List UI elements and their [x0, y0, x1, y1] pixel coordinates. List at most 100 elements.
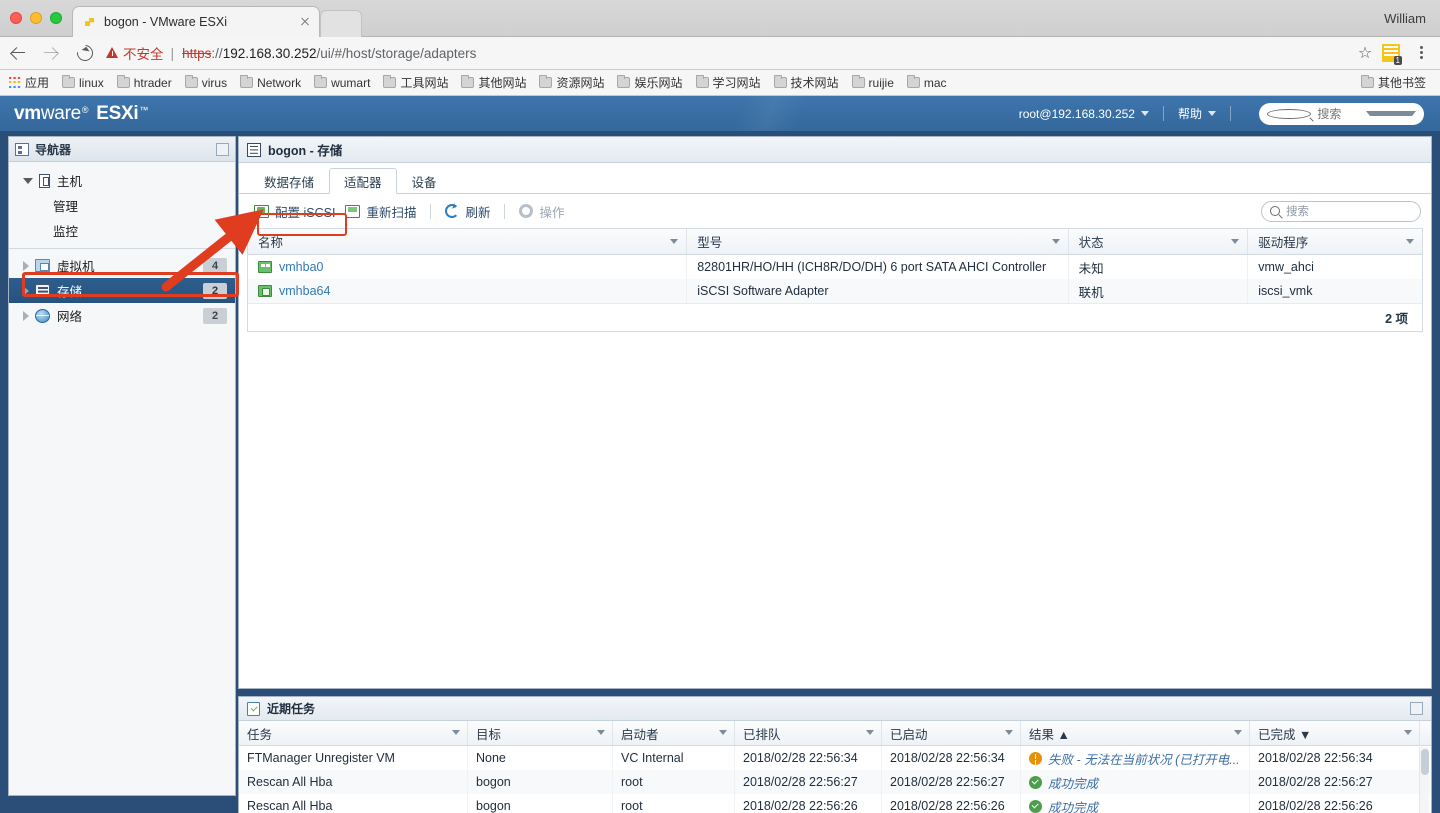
bookmark-wumart[interactable]: wumart	[314, 75, 370, 90]
tab-datastores[interactable]: 数据存储	[249, 168, 329, 194]
chevron-down-icon[interactable]	[1404, 730, 1412, 735]
new-tab-button[interactable]	[320, 10, 362, 37]
browser-profile-name[interactable]: William	[1384, 11, 1426, 26]
adapter-link[interactable]: vmhba64	[279, 284, 330, 298]
sidebar-item-host[interactable]: 主机	[9, 168, 235, 193]
column-header-model[interactable]: 型号	[687, 229, 1069, 254]
tab-label: 设备	[411, 175, 437, 190]
chevron-down-icon[interactable]	[670, 239, 679, 244]
extension-icon[interactable]: 1	[1382, 44, 1402, 65]
bookmark-other[interactable]: 其他网站	[461, 74, 526, 91]
host-icon	[247, 142, 261, 157]
column-header-name[interactable]: 名称	[248, 229, 688, 254]
network-icon	[35, 308, 50, 323]
bookmark-study[interactable]: 学习网站	[695, 74, 761, 91]
chevron-right-icon[interactable]	[23, 310, 29, 321]
bookmark-linux[interactable]: linux	[62, 75, 104, 90]
chevron-right-icon[interactable]	[23, 260, 29, 271]
column-header-result[interactable]: 结果 ▲	[1021, 721, 1250, 745]
table-row[interactable]: Rescan All Hba bogon root 2018/02/28 22:…	[239, 794, 1431, 813]
bookmark-tools[interactable]: 工具网站	[383, 74, 448, 91]
browser-menu-icon[interactable]	[1410, 42, 1432, 64]
bookmark-htrader[interactable]: htrader	[116, 75, 172, 90]
chevron-down-icon[interactable]	[597, 730, 605, 735]
column-header-task[interactable]: 任务	[239, 721, 468, 745]
column-header-initiator[interactable]: 启动者	[613, 721, 735, 745]
table-row[interactable]: FTManager Unregister VM None VC Internal…	[239, 746, 1431, 770]
bookmark-virus[interactable]: virus	[184, 75, 227, 90]
configure-iscsi-button[interactable]: 配置 iSCSI	[249, 199, 340, 224]
browser-tab[interactable]: bogon - VMware ESXi	[72, 6, 320, 37]
bookmark-ruijie[interactable]: ruijie	[851, 75, 894, 90]
navigator-icon	[15, 142, 29, 156]
url-separator: ://	[211, 45, 223, 61]
sidebar-item-networking[interactable]: 网络 2	[9, 303, 235, 328]
close-window-button[interactable]	[10, 12, 22, 24]
chevron-down-icon[interactable]	[452, 730, 460, 735]
bookmark-network[interactable]: Network	[240, 75, 301, 90]
sidebar-item-badge: 2	[203, 282, 227, 299]
bookmark-other-bookmarks[interactable]: 其他书签	[1360, 74, 1426, 91]
help-menu[interactable]: 帮助	[1178, 105, 1216, 122]
minimize-window-button[interactable]	[30, 12, 42, 24]
bookmark-apps[interactable]: 应用	[8, 74, 49, 91]
refresh-button[interactable]: 刷新	[440, 199, 495, 224]
actions-button[interactable]: 操作	[514, 199, 569, 224]
chevron-right-icon[interactable]	[23, 285, 29, 296]
tasks-grid-header: 任务 目标 启动者 已排队 已启动 结果 ▲ 已完成 ▼	[239, 721, 1431, 746]
chevron-down-icon[interactable]	[1406, 239, 1414, 244]
reload-icon	[73, 41, 97, 65]
sidebar-item-manage[interactable]: 管理	[9, 193, 235, 218]
sidebar-item-storage[interactable]: 存储 2	[9, 278, 235, 303]
cell-name[interactable]: vmhba64	[248, 279, 688, 303]
chevron-down-icon[interactable]	[866, 730, 874, 735]
cell-model: 82801HR/HO/HH (ICH8R/DO/DH) 6 port SATA …	[687, 255, 1069, 279]
adapter-link[interactable]: vmhba0	[279, 260, 323, 274]
back-button[interactable]	[0, 37, 34, 70]
address-bar[interactable]: 不安全 | https :// 192.168.30.252 /ui/#/hos…	[106, 41, 1346, 65]
chevron-down-icon[interactable]	[1005, 730, 1013, 735]
rescan-button[interactable]: 重新扫描	[340, 199, 421, 224]
column-header-status[interactable]: 状态	[1069, 229, 1249, 254]
reload-button[interactable]	[68, 37, 102, 70]
maximize-window-button[interactable]	[50, 12, 62, 24]
tab-adapters[interactable]: 适配器	[329, 168, 397, 194]
column-header-queued[interactable]: 已排队	[735, 721, 882, 745]
adapters-search-input[interactable]: 搜索	[1261, 200, 1421, 222]
url-divider: |	[170, 45, 175, 61]
adapters-grid: 名称 型号 状态 驱动程序 vmhba0 82801HR/HO/HH (ICH8…	[247, 228, 1423, 332]
cell-name[interactable]: vmhba0	[248, 255, 688, 279]
column-header-driver[interactable]: 驱动程序	[1248, 229, 1422, 254]
table-row[interactable]: vmhba0 82801HR/HO/HH (ICH8R/DO/DH) 6 por…	[248, 255, 1422, 279]
user-menu[interactable]: root@192.168.30.252	[1019, 107, 1149, 121]
actions-label: 操作	[539, 205, 565, 220]
window-controls[interactable]	[10, 12, 62, 24]
recent-tasks-collapse-button[interactable]	[1410, 702, 1423, 715]
bookmark-entertainment[interactable]: 娱乐网站	[617, 74, 683, 91]
column-header-started[interactable]: 已启动	[882, 721, 1021, 745]
tasks-scrollbar[interactable]	[1419, 747, 1429, 813]
column-header-completed[interactable]: 已完成 ▼	[1250, 721, 1420, 745]
column-header-target[interactable]: 目标	[468, 721, 613, 745]
tab-devices[interactable]: 设备	[397, 168, 452, 194]
chevron-down-icon[interactable]	[1234, 730, 1242, 735]
chevron-down-icon[interactable]	[23, 177, 33, 184]
bookmark-resources[interactable]: 资源网站	[539, 74, 604, 91]
table-row[interactable]: vmhba64 iSCSI Software Adapter 联机 iscsi_…	[248, 279, 1422, 303]
bookmark-star-icon[interactable]: ☆	[1354, 42, 1376, 64]
table-row[interactable]: Rescan All Hba bogon root 2018/02/28 22:…	[239, 770, 1431, 794]
bookmark-mac[interactable]: mac	[906, 75, 947, 90]
forward-button[interactable]	[34, 37, 68, 70]
chevron-down-icon[interactable]	[1365, 111, 1416, 116]
chevron-down-icon[interactable]	[1051, 239, 1060, 244]
chevron-down-icon[interactable]	[1231, 239, 1240, 244]
tasks-scrollbar-thumb[interactable]	[1420, 749, 1429, 775]
global-search-input[interactable]: 搜索	[1259, 102, 1424, 125]
chevron-down-icon[interactable]	[719, 730, 727, 735]
folder-icon	[773, 75, 787, 88]
bookmark-tech[interactable]: 技术网站	[773, 74, 839, 91]
sidebar-item-monitor[interactable]: 监控	[9, 218, 235, 243]
close-tab-icon[interactable]	[297, 14, 313, 30]
navigator-collapse-button[interactable]	[216, 142, 229, 156]
sidebar-item-virtual-machines[interactable]: 虚拟机 4	[9, 253, 235, 278]
